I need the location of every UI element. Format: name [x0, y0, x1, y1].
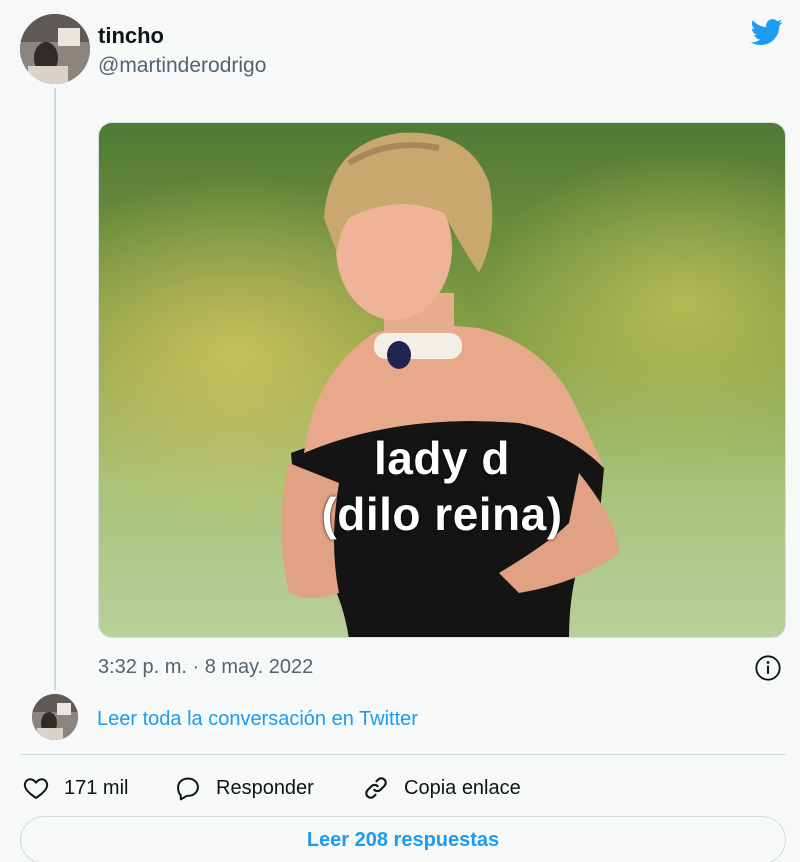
read-replies-button[interactable]: Leer 208 respuestas — [20, 816, 786, 862]
twitter-bird-icon[interactable] — [748, 16, 786, 48]
author-handle[interactable]: @martinderodrigo — [98, 54, 266, 78]
media-caption-line-1: lady d — [374, 432, 510, 484]
media-caption-line-2: (dilo reina) — [321, 488, 563, 540]
author-display-name[interactable]: tincho — [98, 23, 164, 49]
info-icon[interactable] — [754, 654, 782, 682]
thread-line — [54, 88, 56, 690]
read-conversation-link[interactable]: Leer toda la conversación en Twitter — [97, 708, 418, 731]
tweet-media-image[interactable]: lady d (dilo reina) — [98, 122, 786, 638]
link-icon — [365, 777, 387, 799]
author-avatar[interactable] — [20, 14, 90, 84]
tweet-timestamp[interactable]: 3:32 p. m. · 8 may. 2022 — [98, 656, 313, 679]
copy-link-label: Copia enlace — [404, 776, 521, 799]
reply-bubble-icon — [177, 777, 199, 801]
divider — [20, 754, 786, 755]
reply-label: Responder — [216, 776, 314, 799]
like-button[interactable]: 171 mil — [22, 772, 128, 804]
copy-link-button[interactable]: Copia enlace — [362, 772, 521, 804]
like-count: 171 mil — [64, 776, 129, 799]
reply-button[interactable]: Responder — [174, 772, 314, 804]
heart-icon — [23, 778, 49, 799]
conversation-avatar — [32, 694, 78, 740]
